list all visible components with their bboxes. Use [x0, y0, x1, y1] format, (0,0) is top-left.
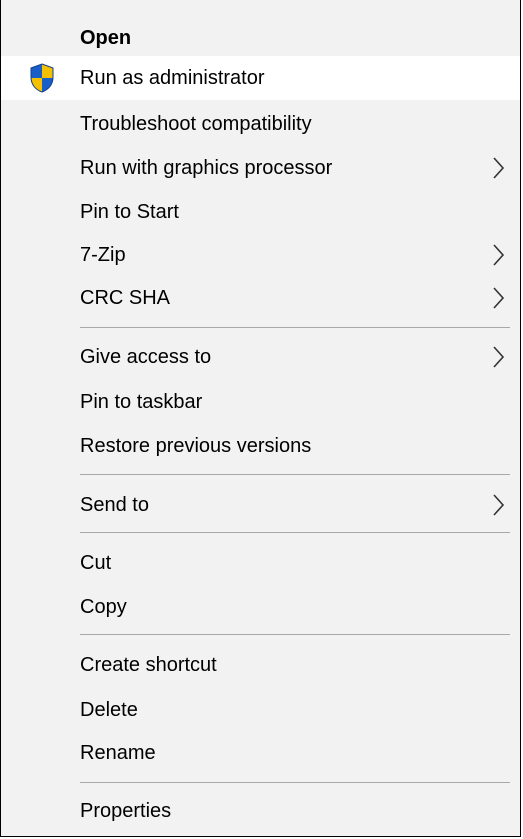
menu-item-label: Open — [80, 27, 132, 49]
menu-item-label: Delete — [80, 699, 138, 721]
menu-item-delete[interactable]: Delete — [1, 688, 520, 732]
menu-separator — [80, 532, 510, 533]
menu-item-label: Rename — [80, 742, 156, 764]
chevron-right-icon — [493, 346, 505, 368]
menu-item-label: Pin to taskbar — [80, 391, 203, 413]
menu-item-label: Restore previous versions — [80, 435, 312, 457]
menu-separator — [80, 634, 510, 635]
context-menu: Open Run as administrator Troubleshoot c… — [0, 0, 521, 837]
menu-item-copy[interactable]: Copy — [1, 585, 520, 629]
menu-item-cut[interactable]: Cut — [1, 541, 520, 585]
menu-item-restore-previous-versions[interactable]: Restore previous versions — [1, 424, 520, 468]
menu-item-label: Send to — [80, 494, 149, 516]
chevron-right-icon — [493, 244, 505, 266]
menu-item-7-zip[interactable]: 7-Zip — [1, 233, 520, 277]
menu-item-label: Run with graphics processor — [80, 157, 333, 179]
menu-item-label: 7-Zip — [80, 244, 126, 266]
menu-item-run-with-graphics-processor[interactable]: Run with graphics processor — [1, 146, 520, 190]
menu-item-pin-to-start[interactable]: Pin to Start — [1, 190, 520, 234]
menu-separator — [80, 782, 510, 783]
menu-item-troubleshoot-compatibility[interactable]: Troubleshoot compatibility — [1, 102, 520, 146]
menu-item-open[interactable]: Open — [1, 16, 520, 60]
menu-item-label: Give access to — [80, 346, 212, 368]
menu-item-label: CRC SHA — [80, 287, 171, 309]
menu-item-rename[interactable]: Rename — [1, 731, 520, 775]
menu-separator — [80, 327, 510, 328]
menu-separator — [80, 474, 510, 475]
menu-item-label: Copy — [80, 596, 127, 618]
chevron-right-icon — [493, 157, 505, 179]
menu-item-label: Pin to Start — [80, 201, 179, 223]
menu-item-label: Properties — [80, 800, 172, 822]
chevron-right-icon — [493, 287, 505, 309]
menu-item-run-as-administrator[interactable]: Run as administrator — [1, 56, 520, 100]
menu-item-give-access-to[interactable]: Give access to — [1, 335, 520, 379]
uac-shield-icon — [30, 63, 54, 93]
menu-item-label: Cut — [80, 552, 112, 574]
menu-item-send-to[interactable]: Send to — [1, 483, 520, 527]
chevron-right-icon — [493, 494, 505, 516]
menu-item-crc-sha[interactable]: CRC SHA — [1, 276, 520, 320]
menu-item-create-shortcut[interactable]: Create shortcut — [1, 643, 520, 687]
menu-item-label: Create shortcut — [80, 654, 217, 676]
menu-item-pin-to-taskbar[interactable]: Pin to taskbar — [1, 380, 520, 424]
menu-item-properties[interactable]: Properties — [1, 789, 520, 833]
menu-item-label: Troubleshoot compatibility — [80, 113, 312, 135]
menu-item-label: Run as administrator — [80, 67, 265, 89]
